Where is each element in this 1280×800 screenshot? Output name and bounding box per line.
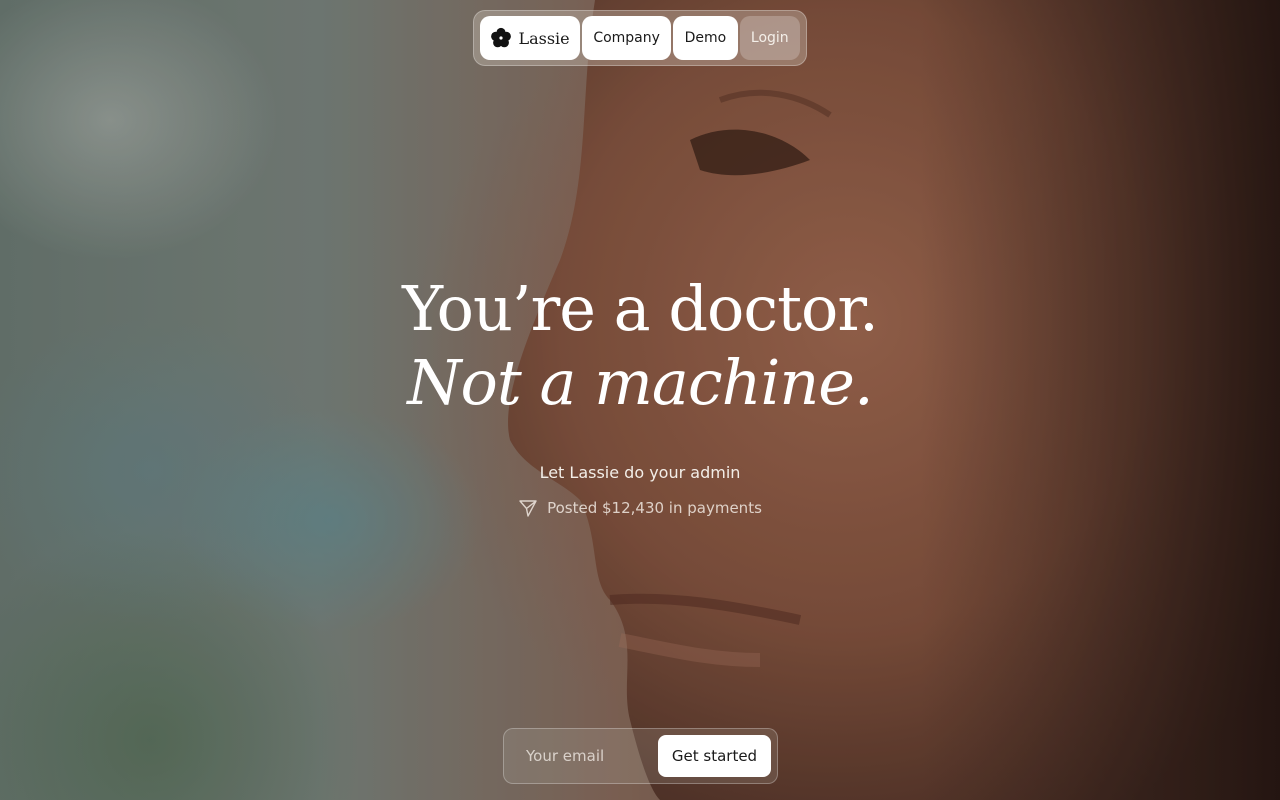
nav-company-link[interactable]: Company <box>582 16 672 60</box>
hero-headline: You’re a doctor. Not a machine. <box>0 272 1280 420</box>
logo-link[interactable]: Lassie <box>480 16 581 60</box>
flower-icon <box>491 27 512 48</box>
hero-subtitle: Let Lassie do your admin <box>539 463 741 482</box>
top-navigation: Lassie Company Demo Login <box>473 10 807 66</box>
activity-ticker: Posted $12,430 in payments <box>0 498 1280 518</box>
email-input[interactable] <box>510 734 658 778</box>
paper-plane-icon <box>519 500 537 517</box>
activity-text: Posted $12,430 in payments <box>547 499 762 517</box>
logo-text: Lassie <box>518 28 570 48</box>
get-started-button[interactable]: Get started <box>658 735 771 777</box>
nav-login-link[interactable]: Login <box>739 16 800 60</box>
headline-line-2: Not a machine. <box>407 346 873 419</box>
nav-demo-link[interactable]: Demo <box>673 16 738 60</box>
headline-line-1: You’re a doctor. <box>402 272 879 345</box>
signup-form: Get started <box>503 728 778 784</box>
